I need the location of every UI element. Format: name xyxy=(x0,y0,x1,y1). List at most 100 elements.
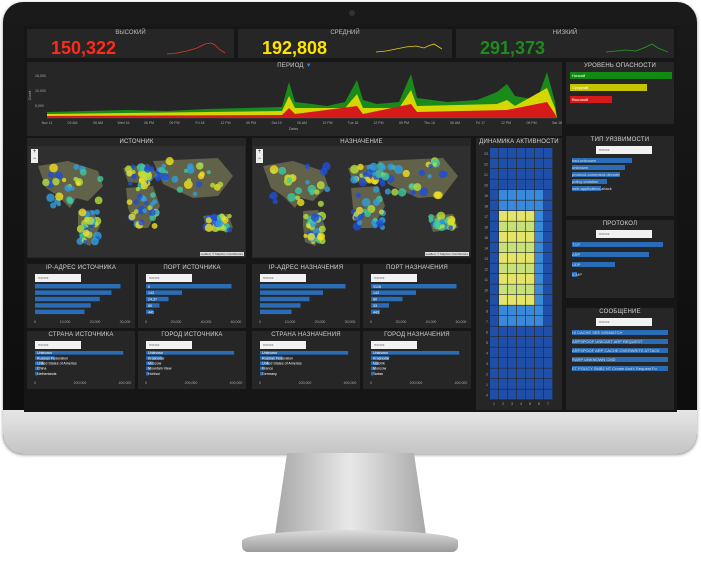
heatmap-cell[interactable] xyxy=(526,284,535,295)
heatmap-cell[interactable] xyxy=(499,221,508,232)
heatmap-cell[interactable] xyxy=(508,274,517,284)
heatmap-cell[interactable] xyxy=(544,263,553,274)
heatmap-cell[interactable] xyxy=(517,347,526,358)
heatmap-cell[interactable] xyxy=(508,389,517,400)
heatmap-cell[interactable] xyxy=(526,232,535,242)
heatmap-cell[interactable] xyxy=(544,148,553,158)
heatmap-cell[interactable] xyxy=(517,200,526,211)
heatmap-cell[interactable] xyxy=(508,232,517,242)
heatmap-cell[interactable] xyxy=(490,158,499,169)
vuln-item-1[interactable]: unknown xyxy=(572,165,588,170)
severity-item-2[interactable]: Высокий xyxy=(570,96,612,103)
heatmap-cell[interactable] xyxy=(535,305,544,316)
heatmap-cell[interactable] xyxy=(499,200,508,211)
heatmap-cell[interactable] xyxy=(490,295,499,305)
heatmap-cell[interactable] xyxy=(490,242,499,253)
map-attribution[interactable]: Leaflet | © Mapbox Contributors xyxy=(424,252,469,256)
heatmap-cell[interactable] xyxy=(508,316,517,326)
heatmap-cell[interactable] xyxy=(526,274,535,284)
bar[interactable] xyxy=(260,290,323,295)
heatmap-cell[interactable] xyxy=(526,358,535,368)
bar[interactable] xyxy=(260,284,346,289)
heatmap-cell[interactable] xyxy=(508,221,517,232)
heatmap-cell[interactable] xyxy=(526,221,535,232)
heatmap-cell[interactable] xyxy=(526,263,535,274)
heatmap-cell[interactable] xyxy=(508,200,517,211)
heatmap-cell[interactable] xyxy=(535,274,544,284)
heatmap-cell[interactable] xyxy=(517,368,526,379)
heatmap-cell[interactable] xyxy=(490,326,499,337)
vuln-item-3[interactable]: policy-violation xyxy=(572,179,598,184)
heatmap-cell[interactable] xyxy=(499,284,508,295)
heatmap-cell[interactable] xyxy=(526,179,535,190)
zoom-control[interactable]: + − xyxy=(31,149,38,163)
heatmap-cell[interactable] xyxy=(517,158,526,169)
heatmap-cell[interactable] xyxy=(490,358,499,368)
heatmap-cell[interactable] xyxy=(499,190,508,200)
heatmap-cell[interactable] xyxy=(535,316,544,326)
bar[interactable] xyxy=(260,296,310,302)
heatmap-cell[interactable] xyxy=(517,305,526,316)
heatmap-cell[interactable] xyxy=(526,305,535,316)
heatmap-cell[interactable] xyxy=(508,158,517,169)
source-map[interactable]: + − Leaflet | © Mapbox Contributors xyxy=(28,146,245,257)
heatmap-cell[interactable] xyxy=(499,368,508,379)
heatmap-cell[interactable] xyxy=(508,358,517,368)
heatmap-cell[interactable] xyxy=(517,358,526,368)
heatmap-cell[interactable] xyxy=(544,158,553,169)
heatmap-cell[interactable] xyxy=(526,200,535,211)
protocol-item-0[interactable]: TCP xyxy=(572,242,580,247)
heatmap-cell[interactable] xyxy=(517,179,526,190)
heatmap-cell[interactable] xyxy=(544,190,553,200)
heatmap-cell[interactable] xyxy=(535,190,544,200)
protocol-item-2[interactable]: UDP xyxy=(572,262,580,267)
heatmap-cell[interactable] xyxy=(499,274,508,284)
heatmap-cell[interactable] xyxy=(526,316,535,326)
heatmap-cell[interactable] xyxy=(508,347,517,358)
heatmap-cell[interactable] xyxy=(544,368,553,379)
heatmap-cell[interactable] xyxy=(517,295,526,305)
heatmap-cell[interactable] xyxy=(517,326,526,337)
heatmap-cell[interactable] xyxy=(499,389,508,400)
heatmap-cell[interactable] xyxy=(535,347,544,358)
heatmap-cell[interactable] xyxy=(490,368,499,379)
bar[interactable] xyxy=(35,290,112,295)
heatmap-cell[interactable] xyxy=(490,284,499,295)
bar[interactable] xyxy=(260,309,292,315)
heatmap-cell[interactable] xyxy=(535,221,544,232)
heatmap-cell[interactable] xyxy=(499,305,508,316)
dest-map[interactable]: + − Leaflet | © Mapbox Contributors xyxy=(253,146,470,257)
heatmap-cell[interactable] xyxy=(490,200,499,211)
message-item-3[interactable]: RARP UNKNOWN CMD xyxy=(572,357,615,362)
heatmap-cell[interactable] xyxy=(490,379,499,389)
heatmap-cell[interactable] xyxy=(526,169,535,179)
heatmap-cell[interactable] xyxy=(490,169,499,179)
heatmap-cell[interactable] xyxy=(535,389,544,400)
heatmap-cell[interactable] xyxy=(544,295,553,305)
heatmap-cell[interactable] xyxy=(544,232,553,242)
heatmap-cell[interactable] xyxy=(544,358,553,368)
heatmap-cell[interactable] xyxy=(544,242,553,253)
heatmap-cell[interactable] xyxy=(544,200,553,211)
heatmap-cell[interactable] xyxy=(526,326,535,337)
heatmap-cell[interactable] xyxy=(508,179,517,190)
heatmap-cell[interactable] xyxy=(499,358,508,368)
heatmap-cell[interactable] xyxy=(508,368,517,379)
heatmap-cell[interactable] xyxy=(499,253,508,263)
message-item-2[interactable]: ARPSPOOF ARP CACHE OVERWRITE ATTACK xyxy=(572,348,660,353)
heatmap-cell[interactable] xyxy=(526,253,535,263)
heatmap-cell[interactable] xyxy=(499,347,508,358)
heatmap-cell[interactable] xyxy=(499,148,508,158)
heatmap-cell[interactable] xyxy=(544,337,553,347)
heatmap-cell[interactable] xyxy=(535,169,544,179)
message-item-1[interactable]: ARPSPOOF UNICAST ARP REQUEST xyxy=(572,339,642,344)
heatmap-cell[interactable] xyxy=(517,232,526,242)
heatmap-cell[interactable] xyxy=(535,211,544,221)
heatmap-cell[interactable] xyxy=(544,284,553,295)
heatmap-cell[interactable] xyxy=(517,169,526,179)
heatmap-cell[interactable] xyxy=(535,358,544,368)
heatmap-cell[interactable] xyxy=(508,253,517,263)
bar[interactable] xyxy=(371,284,457,289)
heatmap-cell[interactable] xyxy=(544,389,553,400)
heatmap-cell[interactable] xyxy=(535,379,544,389)
